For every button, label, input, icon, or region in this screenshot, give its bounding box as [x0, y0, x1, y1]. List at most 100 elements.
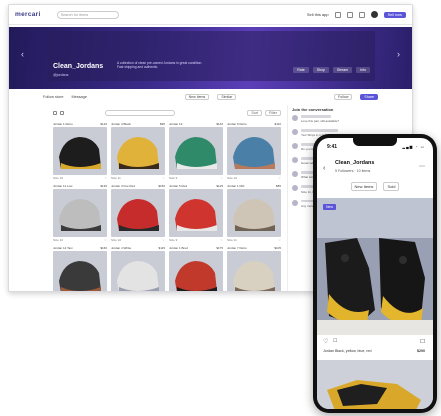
store-title: Clean_Jordans: [53, 63, 104, 70]
listing-card[interactable]: Jordan 1 Retro $120 Size 10 ♡: [53, 121, 107, 181]
store-toolbar: Follow store Message New items Similar F…: [9, 91, 412, 103]
listing-thumbnail[interactable]: [53, 189, 107, 237]
listing-foot: Size 11 ♡: [227, 237, 281, 243]
listing-foot: Size 10 ♡: [227, 175, 281, 181]
follow-store-link[interactable]: Follow store: [43, 95, 63, 99]
next-item-image[interactable]: [317, 360, 433, 409]
messages-icon[interactable]: [346, 11, 353, 18]
grid-view-icon[interactable]: [53, 111, 57, 115]
phone-screen: 9:41 ▂▄▆ ◔ ▭ ‹ Clean_Jordans 5 Followers…: [317, 138, 433, 409]
sneaker-thumbnail: [227, 127, 281, 175]
listing-thumbnail[interactable]: [111, 189, 165, 237]
message-link[interactable]: Message: [71, 95, 86, 99]
listing-filter-bar: Sort Filter: [53, 109, 281, 117]
listing-card[interactable]: Jordan 4 Black $95 Size 11 ♡: [111, 121, 165, 181]
listing-thumbnail[interactable]: [169, 251, 223, 291]
listing-foot: Size 11 ♡: [111, 175, 165, 181]
list-view-icon[interactable]: [60, 111, 64, 115]
listing-card[interactable]: Jordan 6 Retro $110 Size 10 ♡: [227, 121, 281, 181]
message-item[interactable]: Love this pair, still available?: [292, 115, 407, 123]
similar-button[interactable]: Similar: [217, 94, 237, 100]
sort-dropdown[interactable]: Sort: [247, 110, 262, 116]
commenter-name: [301, 115, 331, 118]
sell-app-link[interactable]: Sell this app: [307, 12, 329, 17]
phone-tab-new[interactable]: New Items: [350, 182, 378, 191]
listing-foot: Size 10 ♡: [53, 175, 107, 181]
cart-icon[interactable]: [358, 11, 365, 18]
sell-now-button[interactable]: Sell now: [383, 11, 406, 18]
sneaker-thumbnail: [227, 189, 281, 237]
filter-dropdown[interactable]: Filter: [265, 110, 281, 116]
like-icon[interactable]: ♡: [278, 175, 281, 181]
listing-thumbnail[interactable]: [169, 189, 223, 237]
chevron-right-icon[interactable]: ›: [397, 49, 400, 59]
phone-store-name: Clean_Jordans: [335, 160, 375, 166]
follow-button[interactable]: Follow: [334, 94, 353, 100]
phone-hero-image[interactable]: New: [317, 198, 433, 335]
sneaker-thumbnail: [53, 127, 107, 175]
listing-card[interactable]: Jordan 3 Fire Red $150 Size 10 ♡: [111, 183, 165, 243]
listing-card[interactable]: Jordan 12 Taxi$160Size 10♡: [53, 245, 107, 291]
sneaker-thumbnail: [111, 127, 165, 175]
like-icon[interactable]: ♡: [220, 237, 223, 243]
listing-card[interactable]: Jordan 5 Red $125 Size 9 ♡: [169, 183, 223, 243]
store-description: A collection of clean pre-owned Jordans …: [117, 61, 203, 70]
listing-thumbnail[interactable]: [53, 251, 107, 291]
sneaker-thumbnail: [53, 189, 107, 237]
listing-card[interactable]: Jordan 4 White$115Size 9♡: [111, 245, 165, 291]
phone-tab-sold[interactable]: Sold: [383, 182, 400, 191]
like-icon[interactable]: ♡: [162, 237, 165, 243]
like-icon[interactable]: ♡: [162, 175, 165, 181]
like-icon[interactable]: ♡: [220, 175, 223, 181]
listing-thumbnail[interactable]: [169, 127, 223, 175]
listing-card[interactable]: Jordan 13 $140 Size 9 ♡: [169, 121, 223, 181]
listing-thumbnail[interactable]: [111, 251, 165, 291]
status-icons: ▂▄▆ ◔ ▭: [402, 145, 425, 149]
listing-size: Size 11: [227, 238, 237, 242]
site-logo[interactable]: mercari: [15, 11, 41, 18]
like-icon[interactable]: ♡: [104, 175, 107, 181]
commenter-avatar: [292, 185, 298, 192]
phone-notch: [353, 138, 397, 146]
listing-thumbnail[interactable]: [227, 189, 281, 237]
tab-stream[interactable]: Stream: [332, 67, 353, 73]
back-arrow-icon[interactable]: ‹: [323, 165, 325, 172]
sneaker-photo: [317, 198, 433, 335]
phone-tabs: New Items Sold: [317, 182, 433, 191]
tab-rate[interactable]: Rate: [293, 67, 309, 73]
sneaker-photo-2: [317, 360, 433, 409]
more-options-icon[interactable]: ⋯: [419, 163, 425, 170]
listing-card[interactable]: Jordan 1 Mid $85 Size 11 ♡: [227, 183, 281, 243]
chevron-left-icon[interactable]: ‹: [21, 49, 24, 59]
listing-size: Size 9: [169, 176, 178, 180]
sneaker-thumbnail: [169, 127, 223, 175]
listing-thumbnail[interactable]: [227, 251, 281, 291]
tab-shop[interactable]: Shop: [312, 67, 329, 73]
notifications-icon[interactable]: [334, 11, 341, 18]
bookmark-icon[interactable]: ☐: [420, 339, 425, 345]
listing-grid: Jordan 1 Retro $120 Size 10 ♡ Jordan 4 Black…: [53, 121, 281, 291]
message-text: Love this pair, still available?: [301, 119, 340, 124]
listing-thumbnail[interactable]: [53, 127, 107, 175]
search-input[interactable]: Search for items: [56, 10, 119, 19]
like-icon[interactable]: ♡: [278, 237, 281, 243]
user-avatar[interactable]: [370, 11, 378, 18]
commenter-avatar: [292, 157, 298, 164]
top-navigation-bar: mercari Search for items Sell this app S…: [9, 5, 412, 25]
sneaker-thumbnail: [111, 189, 165, 237]
listing-size: Size 10: [53, 176, 64, 180]
listing-card[interactable]: Jordan 11 Low $130 Size 12 ♡: [53, 183, 107, 243]
listing-thumbnail[interactable]: [227, 127, 281, 175]
like-icon[interactable]: ♡: [104, 237, 107, 243]
heart-icon[interactable]: ♡: [323, 338, 328, 345]
listing-search-input[interactable]: [105, 110, 175, 116]
tab-info[interactable]: Info: [356, 67, 370, 73]
new-items-button[interactable]: New items: [184, 94, 210, 100]
listing-thumbnail[interactable]: [111, 127, 165, 175]
sneaker-thumbnail: [227, 251, 281, 291]
listing-card[interactable]: Jordan 7 Retro$105Size 8♡: [227, 245, 281, 291]
share-button[interactable]: Share: [360, 94, 379, 100]
listing-card[interactable]: Jordan 1 Bred$175Size 10♡: [169, 245, 223, 291]
sneaker-thumbnail: [53, 251, 107, 291]
comment-icon[interactable]: □: [333, 338, 337, 345]
